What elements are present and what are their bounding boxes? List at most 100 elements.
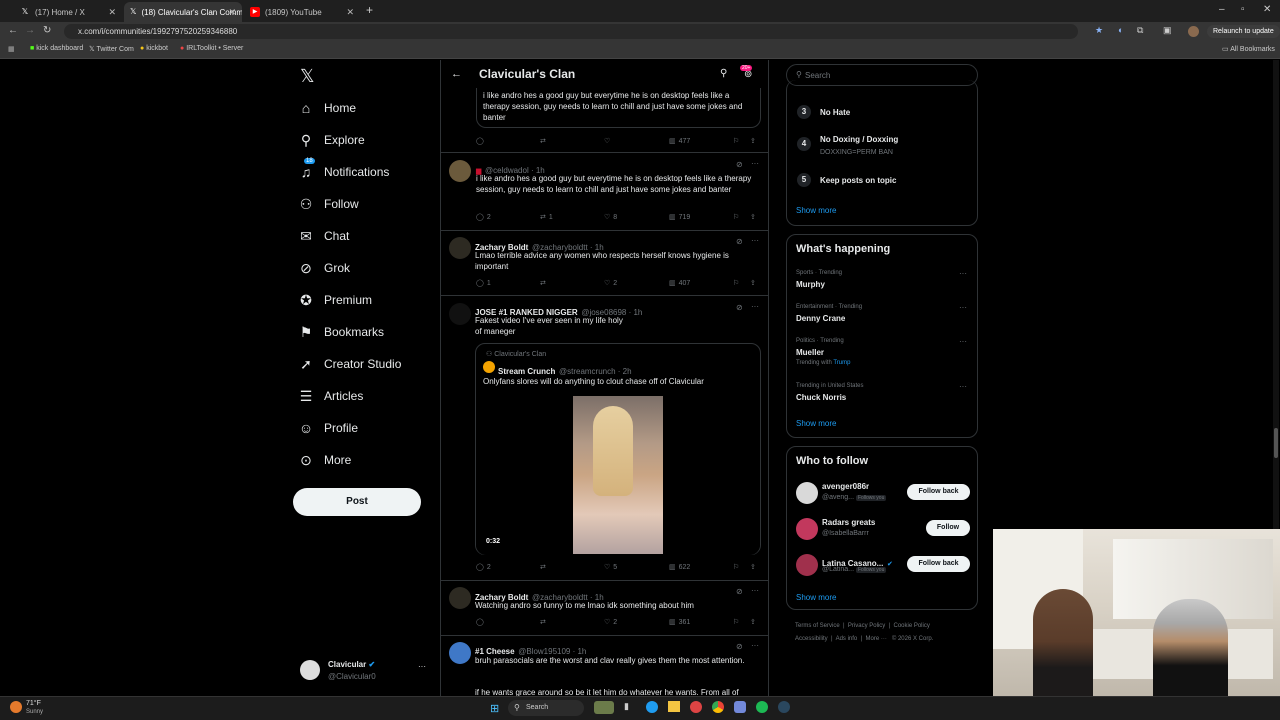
views-button[interactable]: ▥ 407	[669, 279, 690, 288]
footer-link[interactable]: Ads info	[836, 636, 858, 642]
star-icon[interactable]: ★	[1095, 25, 1103, 36]
share-button[interactable]: ⇪	[750, 137, 756, 145]
maximize-icon[interactable]: ▫	[1241, 4, 1245, 15]
apps-icon[interactable]: ▦	[8, 45, 15, 53]
like-button[interactable]: ♡ 5	[604, 563, 617, 572]
avatar[interactable]	[449, 160, 471, 182]
footer-link[interactable]: Privacy Policy	[848, 623, 885, 629]
follow-button[interactable]: Follow	[926, 520, 970, 536]
chrome-icon[interactable]	[712, 701, 724, 713]
reply-button[interactable]: ◯ 1	[476, 279, 491, 288]
taskbar-search[interactable]: ⚲ Search	[508, 700, 584, 716]
new-tab-button[interactable]: +	[366, 3, 373, 17]
footer-link[interactable]: Terms of Service	[795, 623, 840, 629]
avatar[interactable]	[796, 482, 818, 504]
trend-title[interactable]: Denny Crane	[796, 314, 845, 323]
more-icon[interactable]: ···	[959, 337, 967, 346]
footer-link[interactable]: Cookie Policy	[894, 623, 930, 629]
more-icon[interactable]: ···	[418, 662, 426, 671]
close-window-icon[interactable]: ✕	[1263, 4, 1271, 15]
more-icon[interactable]: ···	[751, 236, 759, 245]
close-tab-icon[interactable]: ✕	[346, 7, 354, 18]
reply-button[interactable]: ◯ 2	[476, 213, 491, 222]
follow-back-button[interactable]: Follow back	[907, 556, 970, 572]
show-more-link[interactable]: Show more	[796, 593, 836, 602]
avatar[interactable]	[449, 303, 471, 325]
bookmark-button[interactable]: ⚐	[733, 618, 739, 626]
avatar[interactable]	[796, 518, 818, 540]
share-button[interactable]: ⇪	[750, 563, 756, 571]
trend-title[interactable]: Murphy	[796, 280, 825, 289]
repost-button[interactable]: ⇄	[540, 137, 546, 145]
nav-premium[interactable]: ✪ Premium	[298, 292, 372, 308]
like-button[interactable]: ♡ 8	[604, 213, 617, 222]
reply-button[interactable]: ◯	[476, 137, 484, 145]
views-button[interactable]: ▥ 477	[669, 137, 690, 146]
avatar[interactable]	[796, 554, 818, 576]
share-button[interactable]: ⇪	[750, 213, 756, 221]
more-icon[interactable]: ···	[751, 641, 759, 650]
back-icon[interactable]: ←	[8, 25, 18, 36]
more-icon[interactable]: ···	[751, 159, 759, 168]
repost-button[interactable]: ⇄	[540, 563, 546, 571]
avatar[interactable]	[449, 642, 471, 664]
tab-clan-community[interactable]: 𝕏 (18) Clavicular's Clan Communi ✕	[124, 2, 242, 22]
more-icon[interactable]: ···	[959, 382, 967, 391]
bookmark-button[interactable]: ⚐	[733, 563, 739, 571]
bookmark-button[interactable]: ⚐	[733, 213, 739, 221]
follow-back-button[interactable]: Follow back	[907, 484, 970, 500]
reply-button[interactable]: ◯	[476, 618, 484, 626]
avatar[interactable]	[449, 587, 471, 609]
post-button[interactable]: Post	[293, 488, 421, 516]
repost-button[interactable]: ⇄ 1	[540, 213, 553, 222]
weather-icon[interactable]	[10, 701, 22, 713]
folder-icon[interactable]	[668, 701, 680, 712]
discord-icon[interactable]	[734, 701, 746, 713]
bookmark-button[interactable]: ⚐	[733, 137, 739, 145]
show-more-link[interactable]: Show more	[796, 206, 836, 215]
share-button[interactable]: ⇪	[750, 618, 756, 626]
nav-creator-studio[interactable]: ➚ Creator Studio	[298, 356, 401, 372]
back-arrow-icon[interactable]: ←	[451, 68, 462, 80]
grok-post-icon[interactable]: ⊘	[736, 587, 743, 596]
trend-extra-link[interactable]: Trump	[833, 360, 850, 366]
avatar[interactable]	[449, 237, 471, 259]
edge-icon[interactable]	[646, 701, 658, 713]
bookmark-kickbot[interactable]: ● kickbot	[140, 45, 168, 52]
bookmark-button[interactable]: ⚐	[733, 279, 739, 287]
share-button[interactable]: ⇪	[750, 279, 756, 287]
video-player[interactable]: 0:32	[476, 392, 760, 555]
like-button[interactable]: ♡ 2	[604, 279, 617, 288]
nav-profile[interactable]: ☺ Profile	[298, 420, 358, 436]
reload-icon[interactable]: ↻	[43, 25, 51, 36]
sidepanel-icon[interactable]: ▣	[1163, 25, 1172, 36]
quoted-post-card[interactable]: i like andro hes a good guy but everytim…	[476, 88, 761, 128]
views-button[interactable]: ▥ 361	[669, 618, 690, 627]
app-icon[interactable]	[690, 701, 702, 713]
nav-notifications[interactable]: ♫ 18 Notifications	[298, 158, 389, 180]
nav-home[interactable]: ⌂ Home	[298, 100, 356, 116]
nav-follow[interactable]: ⚇ Follow	[298, 196, 359, 212]
close-tab-icon[interactable]: ✕	[108, 7, 116, 18]
more-icon[interactable]: ···	[959, 303, 967, 312]
profile-avatar-icon[interactable]	[1188, 26, 1199, 37]
bookmark-irltoolkit[interactable]: ● IRLToolkit • Server	[180, 45, 243, 52]
views-button[interactable]: ▥ 622	[669, 563, 690, 572]
nav-more[interactable]: ⊙ More	[298, 452, 351, 468]
trend-title[interactable]: Chuck Norris	[796, 393, 846, 402]
tab-youtube[interactable]: ▶ (1809) YouTube ✕	[244, 2, 360, 22]
more-icon[interactable]: ···	[751, 586, 759, 595]
nav-articles[interactable]: ☰ Articles	[298, 388, 364, 404]
grok-post-icon[interactable]: ⊘	[736, 237, 743, 246]
puzzle-icon[interactable]: ⧉	[1137, 25, 1143, 36]
spotify-icon[interactable]	[756, 701, 768, 713]
views-button[interactable]: ▥ 719	[669, 213, 690, 222]
nav-grok[interactable]: ⊘ Grok	[298, 260, 350, 276]
scrollbar-thumb[interactable]	[1274, 428, 1278, 458]
search-icon[interactable]: ⚲	[720, 68, 727, 79]
nav-explore[interactable]: ⚲ Explore	[298, 132, 365, 148]
like-button[interactable]: ♡ 2	[604, 618, 617, 627]
footer-link[interactable]: Accessibility	[795, 636, 828, 642]
grok-post-icon[interactable]: ⊘	[736, 160, 743, 169]
url-input[interactable]: x.com/i/communities/1992797520259346880	[64, 24, 1078, 39]
